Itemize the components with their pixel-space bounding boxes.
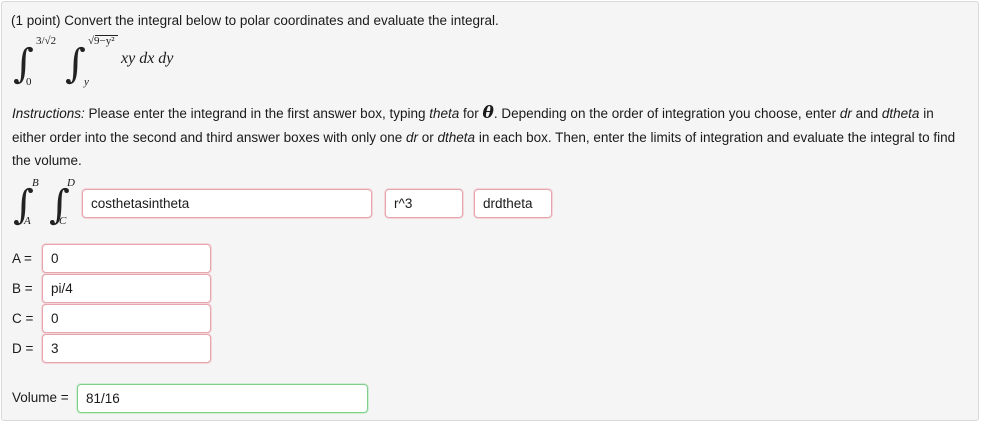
differential2-answer-input[interactable]: drdtheta: [474, 189, 552, 218]
limit-d-input[interactable]: 3: [42, 334, 211, 363]
sqrt-overline: [95, 35, 118, 36]
limit-c-label: C =: [12, 311, 34, 326]
differential1-answer-input[interactable]: r^3: [385, 189, 463, 218]
inner-integral-sign: ∫: [65, 41, 86, 87]
polar-inner-upper-limit: D: [67, 177, 75, 189]
polar-outer-lower-limit: A: [24, 215, 31, 227]
inner-lower-limit: y: [84, 76, 89, 88]
instructions-text: Instructions: Please enter the integrand…: [12, 103, 956, 168]
limit-a-label: A =: [12, 251, 32, 266]
limit-c-input[interactable]: 0: [42, 304, 211, 333]
polar-outer-upper-limit: B: [32, 177, 39, 189]
problem-panel: (1 point) Convert the integral below to …: [1, 1, 979, 421]
polar-inner-lower-limit: C: [59, 215, 67, 227]
limit-d-label: D =: [12, 341, 34, 356]
volume-label: Volume =: [12, 390, 69, 405]
limit-b-input[interactable]: pi/4: [42, 274, 211, 303]
volume-input[interactable]: 81/16: [77, 384, 368, 413]
integrand-expression: xy dx dy: [121, 50, 174, 67]
problem-header: (1 point) Convert the integral below to …: [11, 13, 499, 28]
outer-lower-limit: 0: [26, 76, 32, 88]
limit-a-input[interactable]: 0: [42, 244, 211, 273]
limit-b-label: B =: [12, 281, 33, 296]
integrand-answer-input[interactable]: costhetasintheta: [82, 189, 372, 218]
inner-upper-limit: √9−y²: [88, 35, 115, 47]
outer-upper-limit: 3/√2: [36, 35, 57, 47]
